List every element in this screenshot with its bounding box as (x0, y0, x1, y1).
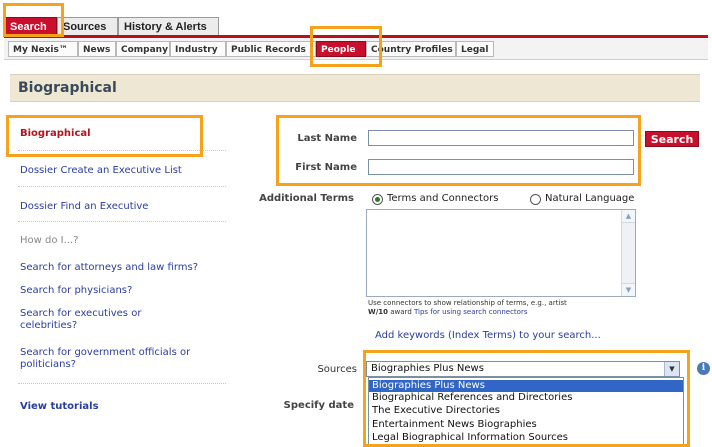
tips-link[interactable]: Tips for using search connectors (414, 308, 528, 316)
sources-label: Sources (317, 364, 357, 375)
help-government-link[interactable]: Search for government officials or (20, 347, 190, 358)
sources-select[interactable]: Biographies Plus News ▼ (366, 361, 680, 377)
help-attorneys-link[interactable]: Search for attorneys and law firms? (20, 262, 198, 273)
last-name-input[interactable] (368, 130, 634, 146)
help-physicians-link[interactable]: Search for physicians? (20, 285, 132, 296)
help-executives-link-cont[interactable]: celebrities? (20, 320, 77, 331)
nav-dossier-create[interactable]: Dossier Create an Executive List (20, 165, 182, 176)
sources-dropdown[interactable]: Biographies Plus News Biographical Refer… (368, 377, 684, 447)
sources-option[interactable]: Legal Biographical Information Sources (369, 432, 683, 444)
sources-option[interactable]: Entertainment News Biographies (369, 419, 683, 431)
help-executives-link[interactable]: Search for executives or (20, 308, 141, 319)
radio-terms-label: Terms and Connectors (387, 193, 499, 204)
radio-terms-connectors[interactable] (372, 194, 383, 205)
sources-option[interactable]: Biographies Plus News (369, 380, 683, 392)
section-header: Biographical (10, 74, 700, 102)
additional-terms-label: Additional Terms (259, 193, 354, 204)
chevron-down-icon[interactable]: ▼ (664, 362, 679, 376)
sources-selected-value: Biographies Plus News (371, 363, 484, 374)
last-name-label: Last Name (297, 133, 357, 144)
additional-terms-textarea[interactable]: ▲ ▼ (366, 209, 636, 297)
first-name-label: First Name (295, 162, 357, 173)
nav-dossier-find[interactable]: Dossier Find an Executive (20, 201, 148, 212)
subtab-legal[interactable]: Legal (456, 41, 494, 57)
sources-option[interactable]: Biographical References and Directories (369, 392, 683, 404)
radio-natural-label: Natural Language (545, 193, 635, 204)
how-do-i-heading: How do I...? (20, 235, 79, 246)
subtab-news[interactable]: News (78, 41, 116, 57)
page-title: Biographical (18, 80, 117, 96)
scrollbar[interactable]: ▲ ▼ (621, 210, 635, 296)
tab-sources[interactable]: Sources (57, 17, 118, 35)
subtab-public-records[interactable]: Public Records (226, 41, 316, 57)
highlight-box (276, 115, 641, 186)
first-name-input[interactable] (368, 159, 634, 175)
subtab-industry[interactable]: Industry (170, 41, 226, 57)
subtab-people[interactable]: People (316, 41, 366, 57)
scroll-up-icon[interactable]: ▲ (622, 210, 635, 223)
view-tutorials-link[interactable]: View tutorials (20, 401, 99, 412)
divider (18, 150, 226, 151)
scroll-down-icon[interactable]: ▼ (622, 283, 635, 296)
divider (18, 186, 226, 187)
subtab-my-nexis[interactable]: My Nexis™ (8, 41, 78, 57)
info-icon[interactable]: i (697, 362, 710, 375)
nav-biographical[interactable]: Biographical (20, 128, 91, 139)
tip-bold-connector: W/10 (368, 308, 389, 316)
sub-tabs: My Nexis™ News Company Industry Public R… (4, 38, 708, 60)
connector-tip: Use connectors to show relationship of t… (368, 299, 567, 307)
sources-option[interactable]: The Executive Directories (369, 405, 683, 417)
tab-search[interactable]: Search (4, 17, 57, 35)
connector-example: W/10 award Tips for using search connect… (368, 308, 527, 316)
specify-date-label: Specify date (283, 400, 354, 411)
subtab-country-profiles[interactable]: Country Profiles (366, 41, 456, 57)
add-keywords-link[interactable]: Add keywords (Index Terms) to your searc… (375, 330, 601, 341)
search-button[interactable]: Search (645, 131, 699, 147)
help-government-link-cont[interactable]: politicians? (20, 359, 76, 370)
radio-natural-language[interactable] (530, 194, 541, 205)
divider (18, 383, 226, 384)
tab-history-alerts[interactable]: History & Alerts (118, 17, 219, 35)
subtab-company[interactable]: Company (116, 41, 170, 57)
tip-award: award (388, 308, 414, 316)
divider (18, 221, 226, 222)
